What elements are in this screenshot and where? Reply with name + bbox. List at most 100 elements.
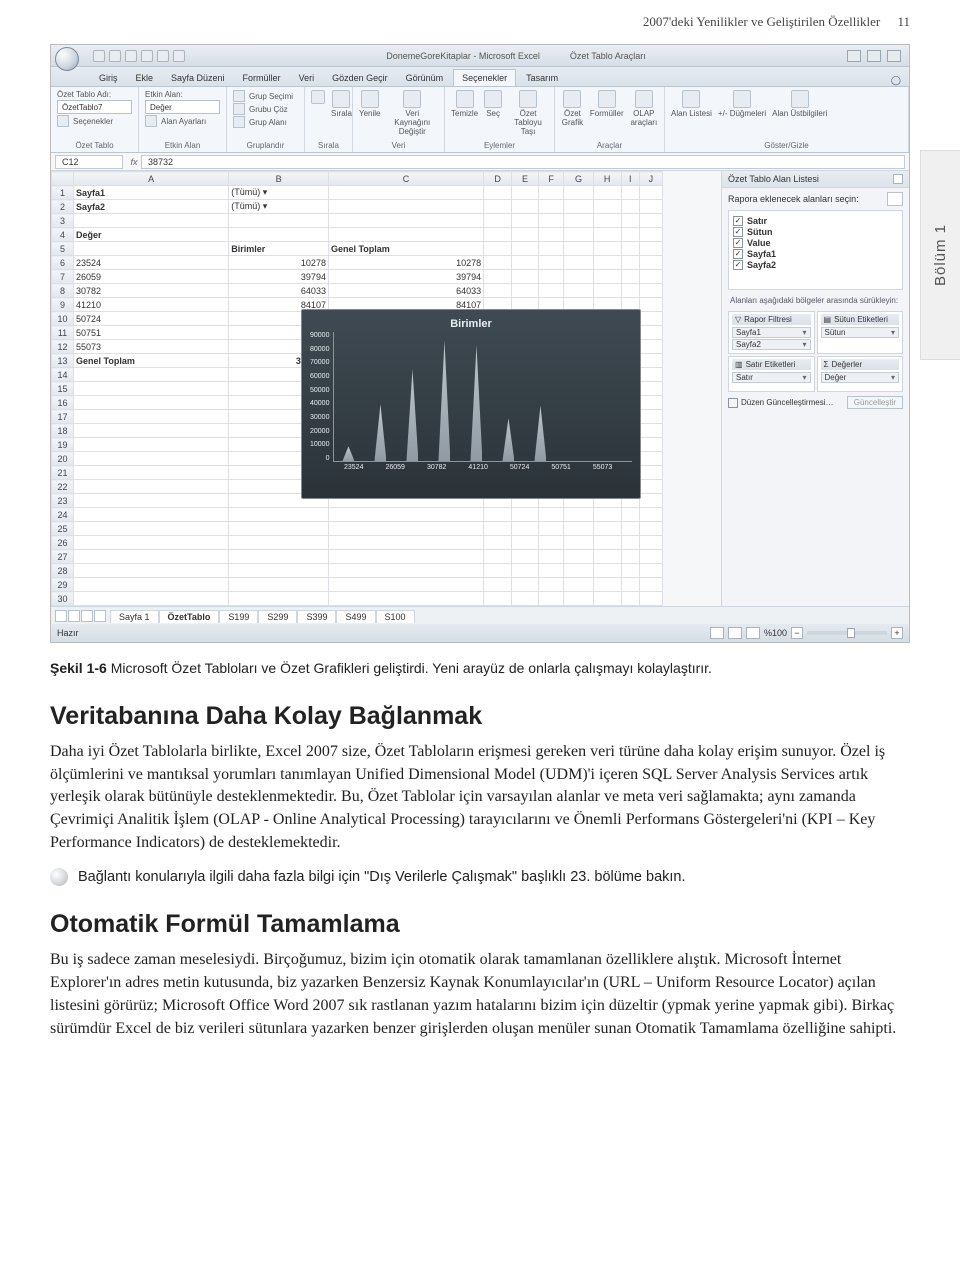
- ribbon-tab[interactable]: Seçenekler: [453, 69, 516, 86]
- ribbon-tab[interactable]: Görünüm: [398, 70, 452, 86]
- formulas-button[interactable]: Formüller: [590, 109, 624, 118]
- pivot-chart[interactable]: Birimler 9000080000700006000050000400003…: [301, 309, 641, 499]
- update-button[interactable]: Güncelleştir: [847, 396, 903, 409]
- fieldlist-field[interactable]: ✓Satır: [733, 216, 898, 226]
- sheet-nav-next-icon[interactable]: [81, 610, 93, 622]
- column-header[interactable]: A: [74, 172, 229, 186]
- olap-icon[interactable]: [635, 90, 653, 108]
- change-source-button[interactable]: Veri Kaynağını Değiştir: [387, 109, 438, 136]
- zoom-slider[interactable]: [807, 631, 887, 635]
- headers-toggle-button[interactable]: Alan Üstbilgileri: [772, 109, 827, 118]
- column-header[interactable]: H: [593, 172, 621, 186]
- ribbon-tab[interactable]: Formüller: [235, 70, 289, 86]
- name-box[interactable]: C12: [55, 155, 123, 169]
- plusminus-toggle-icon[interactable]: [733, 90, 751, 108]
- office-button-icon[interactable]: [55, 47, 79, 71]
- sheet-nav-first-icon[interactable]: [55, 610, 67, 622]
- column-header[interactable]: D: [484, 172, 512, 186]
- select-button[interactable]: Seç: [486, 109, 500, 118]
- sheet-tab[interactable]: S100: [376, 610, 415, 623]
- defer-layout-checkbox[interactable]: Düzen Güncelleştirmesi…: [728, 398, 833, 408]
- area-field-chip[interactable]: Değer▾: [821, 372, 900, 383]
- sheet-tab[interactable]: S399: [297, 610, 336, 623]
- fieldlist-toggle-icon[interactable]: [682, 90, 700, 108]
- fieldlist-fields[interactable]: ✓Satır✓Sütun✓Value✓Sayfa1✓Sayfa2: [728, 210, 903, 290]
- sheet-tab[interactable]: S299: [258, 610, 297, 623]
- area-report-filter[interactable]: ▽Rapor Filtresi Sayfa1▾Sayfa2▾: [728, 311, 815, 354]
- active-field-input[interactable]: Değer: [145, 100, 220, 114]
- column-header[interactable]: G: [564, 172, 593, 186]
- fieldlist-layout-icon[interactable]: [887, 192, 903, 206]
- zoom-in-button[interactable]: +: [891, 627, 903, 639]
- fieldlist-toggle-button[interactable]: Alan Listesi: [671, 109, 712, 118]
- area-field-chip[interactable]: Satır▾: [732, 372, 811, 383]
- sort-button-icon[interactable]: [332, 90, 350, 108]
- qat-custom3-icon[interactable]: [173, 50, 185, 62]
- view-pagebreak-icon[interactable]: [746, 627, 760, 639]
- fieldlist-field[interactable]: ✓Value: [733, 238, 898, 248]
- group-action-icon[interactable]: [233, 116, 245, 128]
- group-action-button[interactable]: Grubu Çöz: [249, 105, 288, 114]
- fieldlist-field[interactable]: ✓Sayfa1: [733, 249, 898, 259]
- fieldlist-field[interactable]: ✓Sütun: [733, 227, 898, 237]
- sort-asc-icon[interactable]: [311, 90, 325, 104]
- qat-custom-icon[interactable]: [141, 50, 153, 62]
- headers-toggle-icon[interactable]: [791, 90, 809, 108]
- formula-input[interactable]: 38732: [141, 155, 905, 169]
- view-normal-icon[interactable]: [710, 627, 724, 639]
- refresh-icon[interactable]: [361, 90, 379, 108]
- zoom-out-button[interactable]: −: [791, 627, 803, 639]
- group-action-button[interactable]: Grup Alanı: [249, 118, 287, 127]
- formulas-icon[interactable]: [598, 90, 616, 108]
- column-header[interactable]: C: [328, 172, 483, 186]
- select-icon[interactable]: [484, 90, 502, 108]
- field-settings-button[interactable]: Alan Ayarları: [161, 117, 206, 126]
- options-icon[interactable]: [57, 115, 69, 127]
- qat-undo-icon[interactable]: [109, 50, 121, 62]
- sheet-tab[interactable]: ÖzetTablo: [159, 610, 220, 623]
- column-header[interactable]: B: [229, 172, 329, 186]
- ribbon-tab[interactable]: Sayfa Düzeni: [163, 70, 233, 86]
- sheet-tab-bar[interactable]: Sayfa 1ÖzetTabloS199S299S399S499S100: [51, 606, 909, 624]
- plusminus-toggle-button[interactable]: +/- Düğmeleri: [718, 109, 766, 118]
- options-button[interactable]: Seçenekler: [73, 117, 113, 126]
- refresh-button[interactable]: Yenile: [359, 109, 381, 118]
- sheet-tab[interactable]: S199: [219, 610, 258, 623]
- sheet-tab[interactable]: S499: [336, 610, 375, 623]
- field-settings-icon[interactable]: [145, 115, 157, 127]
- area-column-labels[interactable]: ▤Sütun Etiketleri Sütun▾: [817, 311, 904, 354]
- ribbon-tab[interactable]: Tasarım: [518, 70, 566, 86]
- qat-redo-icon[interactable]: [125, 50, 137, 62]
- fx-icon[interactable]: fx: [127, 157, 141, 167]
- fieldlist-field[interactable]: ✓Sayfa2: [733, 260, 898, 270]
- area-field-chip[interactable]: Sütun▾: [821, 327, 900, 338]
- group-action-icon[interactable]: [233, 103, 245, 115]
- area-values[interactable]: ΣDeğerler Değer▾: [817, 356, 904, 392]
- sheet-nav-prev-icon[interactable]: [68, 610, 80, 622]
- change-source-icon[interactable]: [403, 90, 421, 108]
- sort-button[interactable]: Sırala: [331, 109, 352, 118]
- clear-button[interactable]: Temizle: [451, 109, 478, 118]
- ribbon-tab[interactable]: Gözden Geçir: [324, 70, 396, 86]
- ribbon-tab[interactable]: Veri: [291, 70, 323, 86]
- qat-save-icon[interactable]: [93, 50, 105, 62]
- olap-button[interactable]: OLAP araçları: [630, 109, 658, 127]
- ribbon-tab[interactable]: Giriş: [91, 70, 126, 86]
- area-field-chip[interactable]: Sayfa2▾: [732, 339, 811, 350]
- quick-access-toolbar[interactable]: [93, 50, 185, 62]
- minimize-icon[interactable]: [847, 50, 861, 62]
- close-pane-icon[interactable]: [893, 174, 903, 184]
- column-header[interactable]: I: [621, 172, 639, 186]
- move-pivot-button[interactable]: Özet Tabloyu Taşı: [508, 109, 548, 136]
- group-action-icon[interactable]: [233, 90, 245, 102]
- maximize-icon[interactable]: [867, 50, 881, 62]
- view-pagelayout-icon[interactable]: [728, 627, 742, 639]
- area-field-chip[interactable]: Sayfa1▾: [732, 327, 811, 338]
- ribbon-tab[interactable]: Ekle: [128, 70, 162, 86]
- help-icon[interactable]: ◯: [891, 75, 901, 86]
- clear-icon[interactable]: [456, 90, 474, 108]
- column-header[interactable]: F: [538, 172, 564, 186]
- sheet-nav-last-icon[interactable]: [94, 610, 106, 622]
- move-pivot-icon[interactable]: [519, 90, 537, 108]
- close-icon[interactable]: [887, 50, 901, 62]
